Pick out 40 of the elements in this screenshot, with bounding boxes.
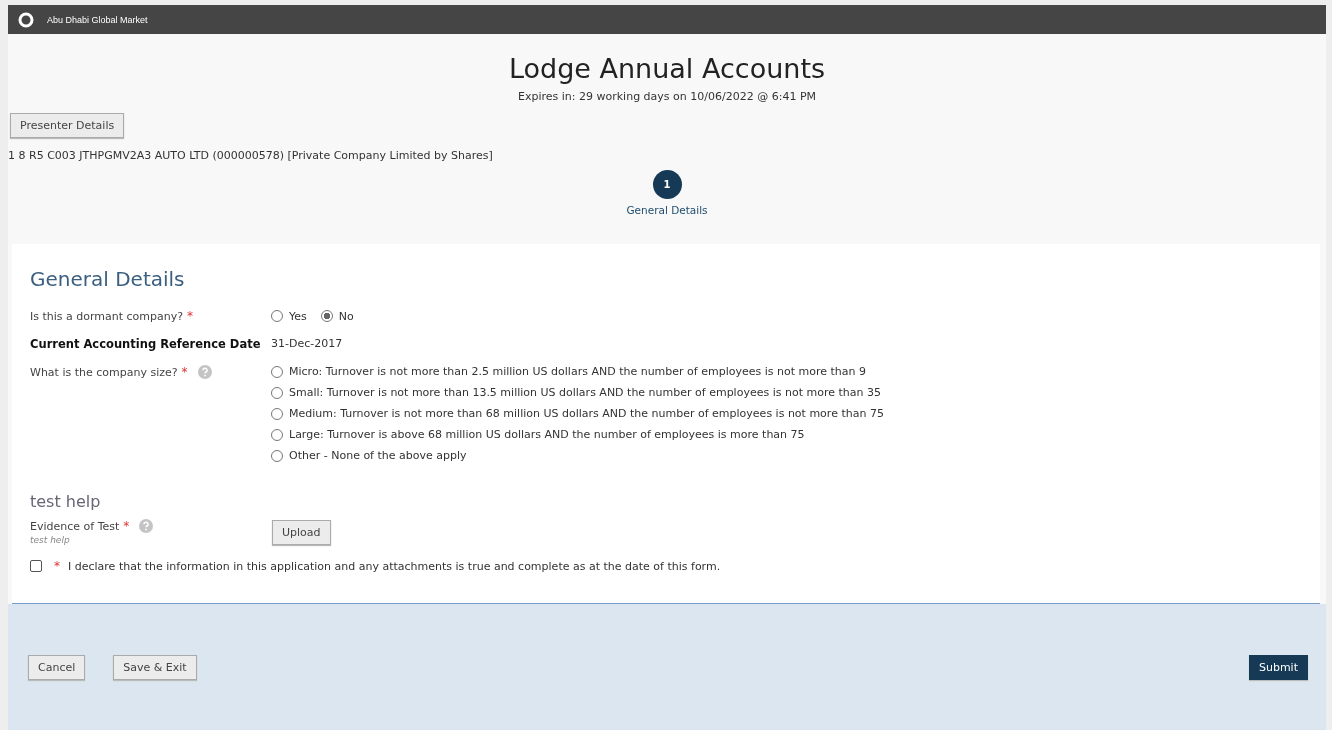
- radio-button[interactable]: [271, 310, 283, 322]
- field-label: What is the company size?: [30, 365, 178, 379]
- step-circle[interactable]: 1: [652, 170, 682, 199]
- field-value: 31-Dec-2017: [271, 337, 343, 350]
- hint-text: test help: [30, 535, 71, 545]
- radio-button[interactable]: [271, 386, 283, 399]
- option-label: Medium: Turnover is not more than 68 million US dollars AND the number of employees is not more than 75: [289, 407, 884, 420]
- footer-button[interactable]: Save & Exit: [113, 654, 197, 680]
- option-label: Yes: [289, 309, 307, 323]
- option-label: Large: Turnover is above 68 million US dollars AND the number of employees is more than 75: [289, 428, 805, 441]
- required-mark: *: [123, 519, 130, 533]
- expiry-text: Expires in: 29 working days on 10/06/2022 @ 6:41 PM: [518, 90, 816, 103]
- page-title: Lodge Annual Accounts: [508, 53, 826, 84]
- option-label: Micro: Turnover is not more than 2.5 million US dollars AND the number of employees is not more than 9: [289, 365, 866, 378]
- footer-button[interactable]: Cancel: [28, 654, 86, 680]
- option-label: No: [338, 309, 354, 323]
- radio-button[interactable]: [271, 428, 283, 441]
- step-label: General Details: [626, 204, 708, 216]
- declaration-text: I declare that the information in this application and any attachments is true and complete as at the date of this form.: [68, 559, 721, 573]
- logo-icon: [18, 11, 34, 28]
- submit-button[interactable]: Submit: [1248, 654, 1308, 680]
- company-text: 1 8 R5 C003 JTHPGMV2A3 AUTO LTD (000000578) [Private Company Limited by Shares]: [8, 149, 494, 162]
- field-label: Current Accounting Reference Date: [30, 337, 261, 351]
- radio-button[interactable]: [271, 449, 283, 462]
- radio-button[interactable]: [271, 407, 283, 420]
- form-title: General Details: [30, 267, 186, 291]
- site-title: Abu Dhabi Global Market: [47, 14, 148, 25]
- required-mark: *: [181, 365, 188, 379]
- option-label: Other - None of the above apply: [289, 449, 467, 462]
- required-mark: *: [54, 559, 60, 573]
- presenter-details-button[interactable]: Presenter Details: [10, 113, 125, 138]
- section-title: test help: [30, 492, 102, 511]
- checkbox[interactable]: [30, 560, 42, 572]
- radio-button[interactable]: [320, 310, 333, 322]
- radio-button[interactable]: [271, 365, 283, 378]
- option-label: Small: Turnover is not more than 13.5 million US dollars AND the number of employees is not more than 35: [289, 386, 881, 399]
- field-label: Is this a dormant company?: [30, 309, 184, 323]
- required-mark: *: [187, 309, 194, 323]
- field-label: Evidence of Test: [30, 519, 120, 533]
- upload-button[interactable]: Upload: [272, 520, 331, 545]
